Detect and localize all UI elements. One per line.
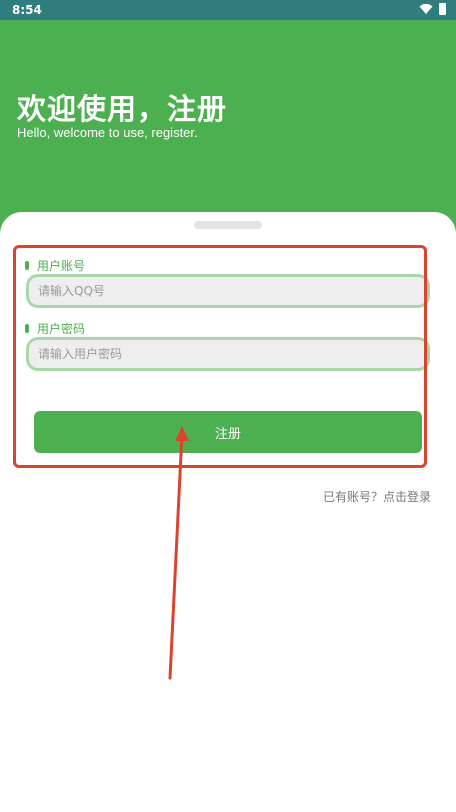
status-bar: 8:54 bbox=[0, 0, 456, 20]
label-marker-icon bbox=[25, 261, 29, 270]
wifi-icon bbox=[419, 3, 433, 15]
status-icons bbox=[419, 3, 446, 15]
register-button[interactable]: 注册 bbox=[34, 411, 422, 453]
account-input[interactable] bbox=[26, 274, 430, 308]
account-label-text: 用户账号 bbox=[37, 259, 86, 273]
page-subtitle: Hello, welcome to use, register. bbox=[17, 125, 198, 140]
label-marker-icon bbox=[25, 324, 29, 333]
battery-icon bbox=[439, 3, 446, 15]
page-title: 欢迎使用，注册 bbox=[17, 92, 228, 126]
form-sheet: 用户账号 用户密码 注册 bbox=[0, 212, 456, 812]
sheet-handle[interactable] bbox=[194, 221, 262, 229]
login-link[interactable]: 已有账号？点击登录 bbox=[323, 488, 431, 505]
password-label: 用户密码 bbox=[25, 320, 85, 337]
password-input[interactable] bbox=[26, 337, 430, 371]
account-label: 用户账号 bbox=[25, 257, 85, 274]
status-time: 8:54 bbox=[12, 3, 42, 17]
password-label-text: 用户密码 bbox=[37, 322, 86, 336]
